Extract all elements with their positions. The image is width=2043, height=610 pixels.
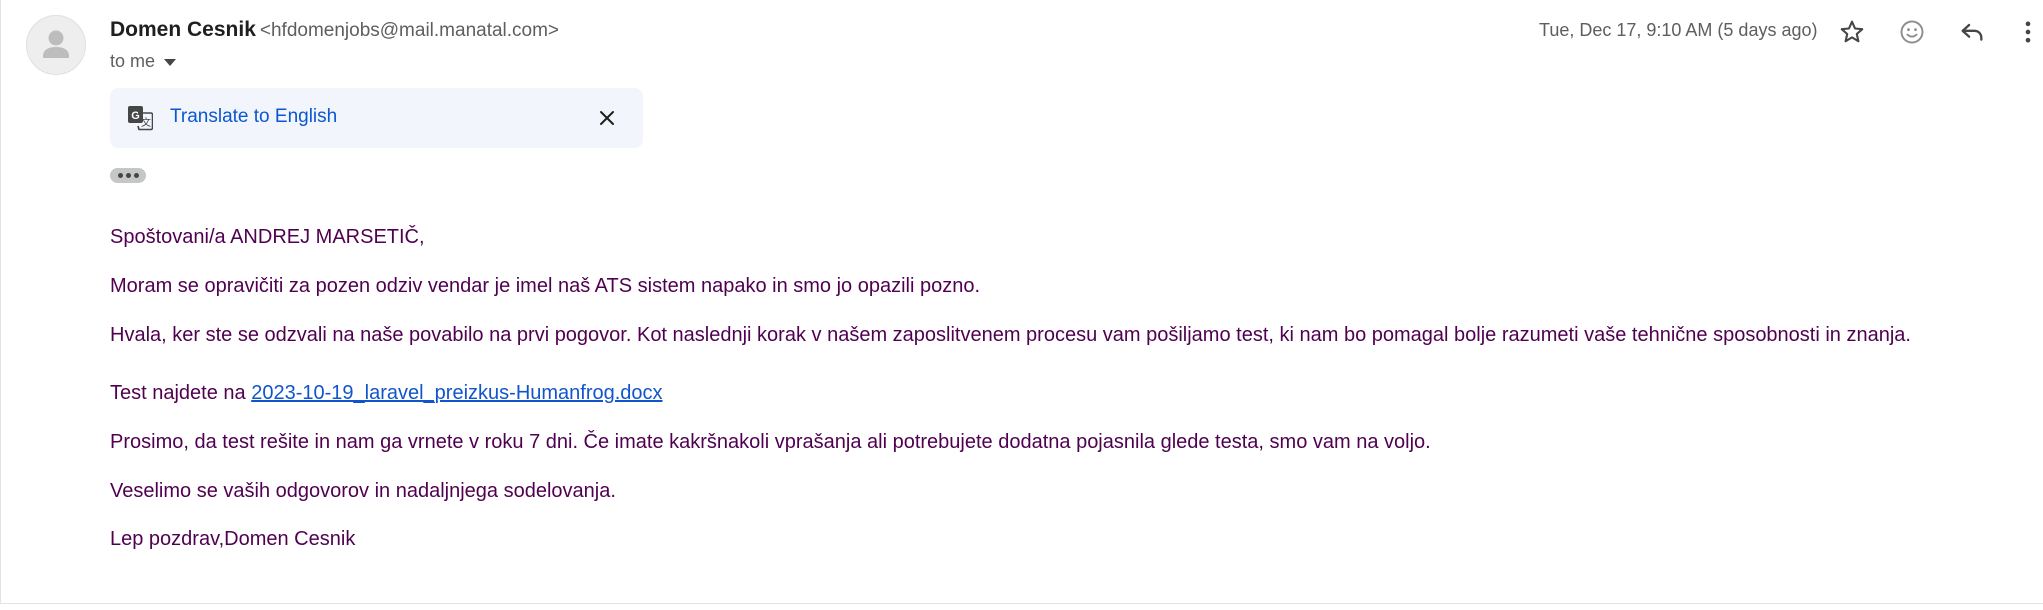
emoji-icon: [1900, 20, 1924, 44]
close-icon[interactable]: [597, 108, 617, 128]
translate-bar: G 文 Translate to English: [110, 88, 643, 148]
sender-email: <hfdomenjobs@mail.manatal.com>: [259, 20, 560, 41]
star-button[interactable]: [1832, 12, 1872, 52]
body-deadline: Prosimo, da test rešite in nam ga vrnete…: [110, 431, 1431, 453]
recipient-label: to me: [110, 51, 156, 71]
sender-name[interactable]: Domen Cesnik: [110, 18, 256, 41]
caret-down-icon[interactable]: [164, 59, 177, 66]
body-closing: Veselimo se vaših odgovorov in nadaljnje…: [110, 480, 616, 502]
email-message: Domen Cesnik <hfdomenjobs@mail.manatal.co…: [0, 0, 2043, 604]
person-icon: [43, 30, 69, 58]
more-horiz-icon-dot: [133, 173, 139, 178]
more-vert-icon: [2025, 21, 2031, 43]
test-attachment-link[interactable]: 2023-10-19_laravel_preizkus-Humanfrog.do…: [251, 382, 662, 404]
svg-text:文: 文: [141, 116, 151, 129]
show-trimmed-content-button[interactable]: [110, 168, 146, 183]
body-greeting: Spoštovani/a ANDREJ MARSETIČ,: [110, 226, 425, 248]
body-thanks: Hvala, ker ste se odzvali na naše povabi…: [110, 324, 1911, 346]
sender-avatar[interactable]: [26, 15, 86, 75]
recipient-details-toggle[interactable]: to me: [110, 51, 177, 72]
body-signature: Lep pozdrav,Domen Cesnik: [110, 528, 356, 550]
reply-button[interactable]: [1952, 12, 1992, 52]
translate-icon: G 文: [128, 106, 153, 131]
email-date[interactable]: Tue, Dec 17, 9:10 AM (5 days ago): [1539, 20, 1817, 41]
more-horiz-icon-dot: [125, 173, 131, 178]
sender-line: Domen Cesnik <hfdomenjobs@mail.manatal.co…: [110, 18, 559, 42]
body-test-line: Test najdete na 2023-10-19_laravel_preiz…: [110, 382, 663, 405]
reply-icon: [1961, 23, 1983, 41]
svg-text:G: G: [131, 110, 140, 122]
more-options-button[interactable]: [2012, 12, 2043, 52]
translate-link[interactable]: Translate to English: [170, 106, 337, 128]
body-test-prefix: Test najdete na: [110, 382, 252, 404]
body-apology: Moram se opravičiti za pozen odziv venda…: [110, 275, 981, 297]
star-icon: [1840, 20, 1864, 43]
add-reaction-button[interactable]: [1892, 12, 1932, 52]
more-horiz-icon-dot: [117, 173, 123, 178]
